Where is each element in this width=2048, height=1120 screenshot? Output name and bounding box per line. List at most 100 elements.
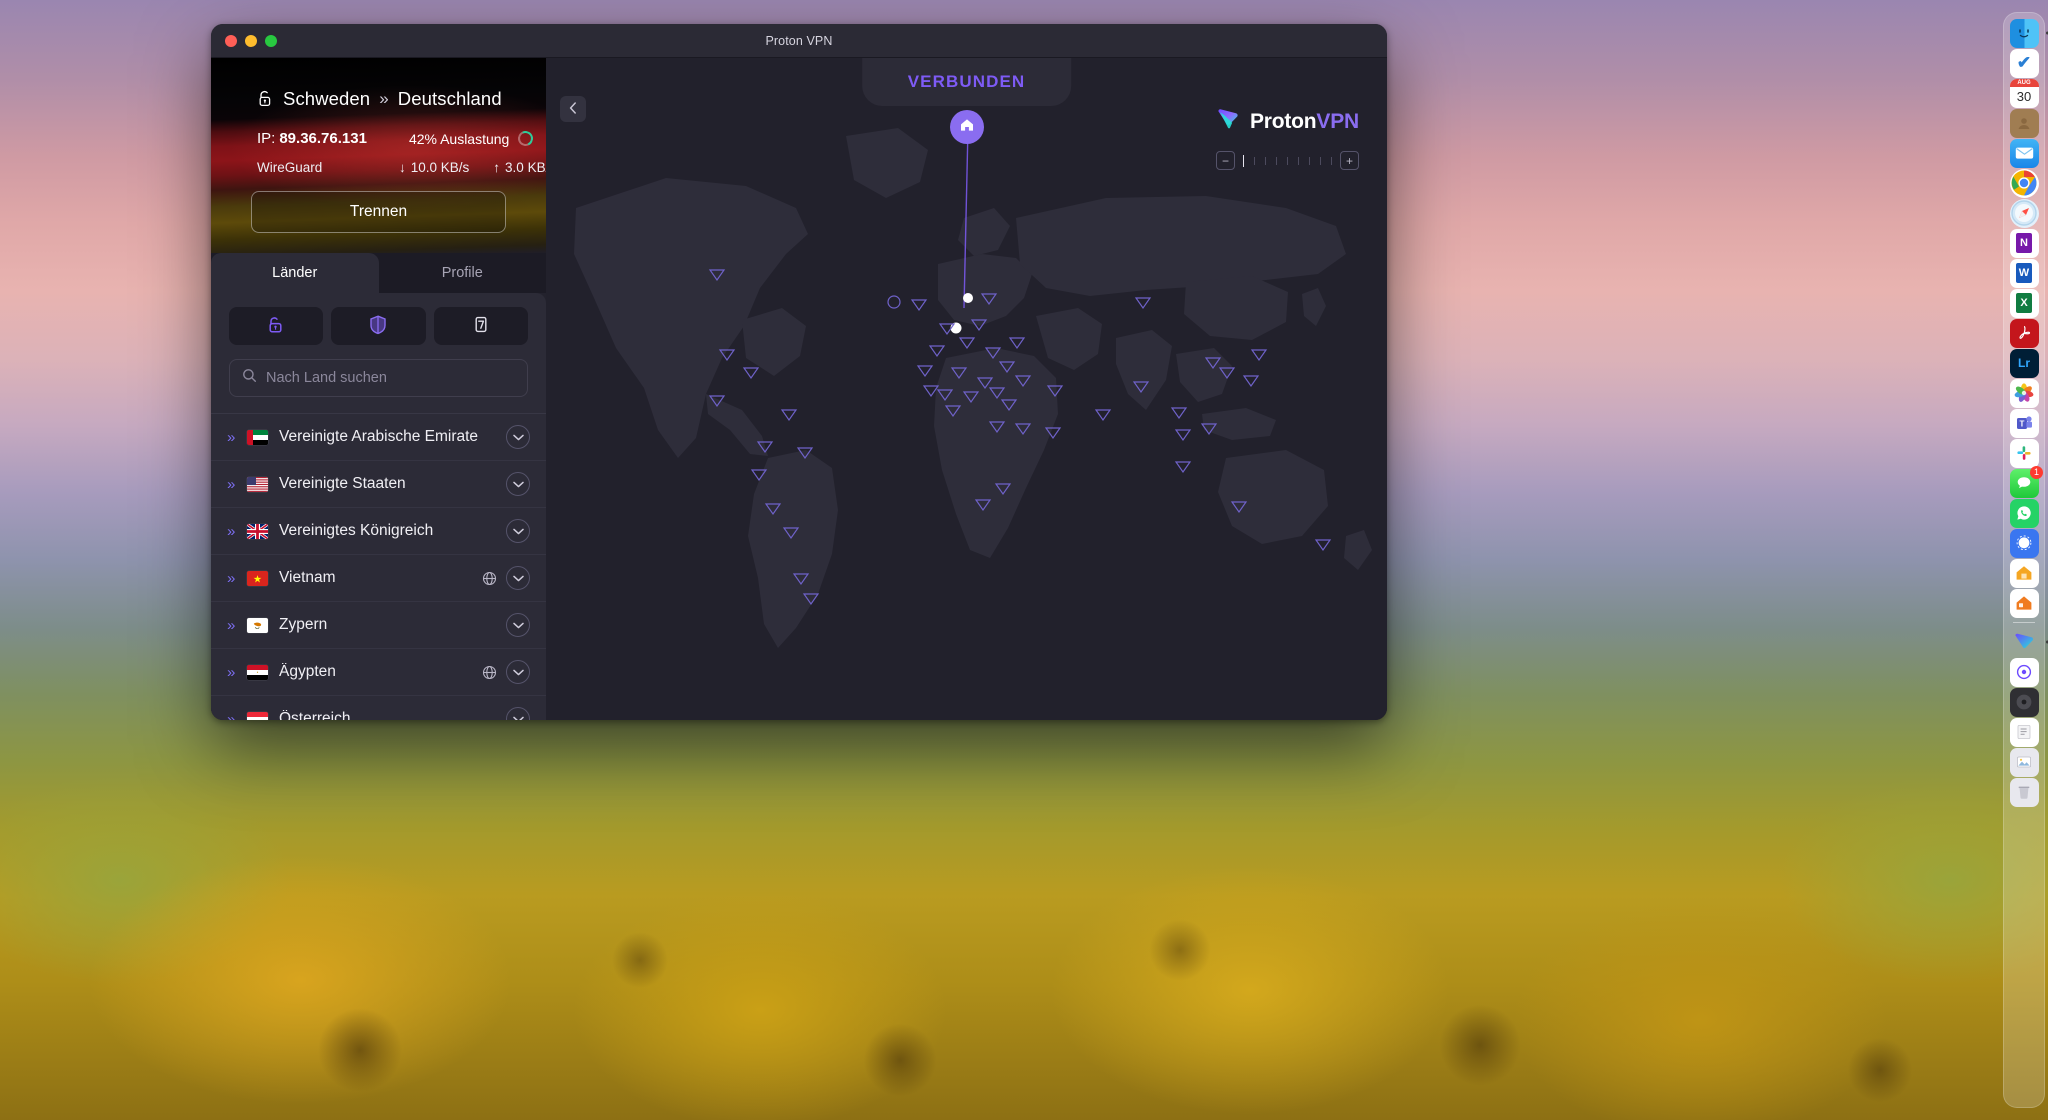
dock-item-calendar[interactable]: AUG 30 <box>2007 78 2041 108</box>
country-row-ae[interactable]: » Vereinigte Arabische Emirate <box>211 414 546 461</box>
map-back-button[interactable] <box>560 96 586 122</box>
zoom-tick[interactable] <box>1287 156 1288 165</box>
country-row-gb[interactable]: » Vereinigtes Königreich <box>211 508 546 555</box>
dock-item-photos-alt[interactable] <box>2007 747 2041 777</box>
svg-text:T: T <box>2020 419 2025 428</box>
download-speed: ↓ 10.0 KB/s <box>399 160 469 175</box>
dock-item-homekit-secondary[interactable] <box>2007 588 2041 618</box>
home-secondary-icon <box>2009 588 2039 618</box>
connection-info-primary: IP: 89.36.76.131 42% Auslastung <box>233 128 536 149</box>
zoom-slider-ticks[interactable] <box>1243 154 1332 168</box>
dock-item-textedit[interactable] <box>2007 717 2041 747</box>
word-icon: W <box>2009 258 2039 288</box>
globe-icon <box>480 571 498 586</box>
secure-core-arrow-icon: » <box>227 522 236 540</box>
zoom-out-button[interactable]: − <box>1216 151 1235 170</box>
dock-item-protonvpn[interactable] <box>2007 628 2048 656</box>
brand-name: ProtonVPN <box>1250 110 1359 134</box>
photos-icon <box>2009 378 2039 408</box>
dock-item-things[interactable]: ✔ <box>2007 48 2041 78</box>
zoom-tick[interactable] <box>1254 156 1255 165</box>
dock-separator <box>2013 622 2035 623</box>
dock-item-word[interactable]: W <box>2007 258 2041 288</box>
home-node-marker[interactable] <box>949 110 984 144</box>
filter-and-search-block <box>211 293 546 413</box>
country-row-cy[interactable]: » Zypern <box>211 602 546 649</box>
expand-chevron-down-icon[interactable] <box>506 707 530 720</box>
expand-chevron-down-icon[interactable] <box>506 519 530 543</box>
zoom-tick-active[interactable] <box>1243 154 1244 167</box>
dock-item-contacts[interactable] <box>2007 108 2041 138</box>
sidebar-tabs: Länder Profile <box>211 253 546 293</box>
dock-item-trash[interactable] <box>2007 777 2041 807</box>
dock-item-slack[interactable] <box>2007 438 2041 468</box>
zoom-tick[interactable] <box>1320 156 1321 165</box>
upload-speed-value: 3.0 KB/s <box>505 160 546 175</box>
country-row-vn[interactable]: » Vietnam <box>211 555 546 602</box>
ip-value: 89.36.76.131 <box>279 130 367 147</box>
dock-item-onenote[interactable]: N <box>2007 228 2041 258</box>
search-box[interactable] <box>229 359 528 397</box>
dock-item-safari[interactable] <box>2007 198 2041 228</box>
zoom-tick[interactable] <box>1309 156 1310 165</box>
map-zoom-control[interactable]: − + <box>1215 151 1359 170</box>
country-row-us[interactable]: » Vereinigte Staaten <box>211 461 546 508</box>
server-load-ring-icon <box>516 128 536 149</box>
dock-item-chrome[interactable] <box>2007 168 2041 198</box>
dock-item-photos[interactable] <box>2007 378 2041 408</box>
secure-core-arrow-icon: » <box>227 569 236 587</box>
teams-icon: T <box>2009 408 2039 438</box>
expand-chevron-down-icon[interactable] <box>506 613 530 637</box>
secure-core-filter-button[interactable] <box>229 307 324 345</box>
whatsapp-icon <box>2009 498 2039 528</box>
tab-laender[interactable]: Länder <box>211 253 379 293</box>
secure-core-lock-icon <box>257 90 274 108</box>
dock-item-teams[interactable]: T <box>2007 408 2041 438</box>
sidebar: Schweden » Deutschland IP: 89.36.76.131 … <box>211 58 546 720</box>
search-input[interactable] <box>266 370 515 386</box>
secure-core-arrow-icon: » <box>227 428 236 446</box>
expand-chevron-down-icon[interactable] <box>506 425 530 449</box>
brand-name-proton: Proton <box>1249 109 1317 133</box>
zoom-in-button[interactable]: + <box>1340 151 1359 170</box>
dock-item-proton-drive[interactable] <box>2007 657 2041 687</box>
connection-card: Schweden » Deutschland IP: 89.36.76.131 … <box>211 58 546 253</box>
dock-item-excel[interactable]: X <box>2007 288 2041 318</box>
country-row-at[interactable]: » Österreich <box>211 696 546 720</box>
home-icon <box>959 117 975 138</box>
dock-item-finder[interactable] <box>2007 18 2048 48</box>
tab-profile[interactable]: Profile <box>378 253 546 293</box>
dock-item-signal[interactable] <box>2007 528 2041 558</box>
flag-at <box>247 711 268 720</box>
dock-item-messages[interactable]: 1 <box>2007 466 2043 498</box>
safari-icon <box>2009 198 2039 228</box>
dock-item-home[interactable] <box>2007 558 2041 588</box>
dock-item-discs[interactable] <box>2007 687 2041 717</box>
world-map[interactable]: VERBUNDEN ProtonVPN − + <box>546 58 1387 720</box>
dock-item-lightroom[interactable]: Lr <box>2007 348 2041 378</box>
expand-chevron-down-icon[interactable] <box>506 660 530 684</box>
expand-chevron-down-icon[interactable] <box>506 566 530 590</box>
dock-item-whatsapp[interactable] <box>2007 498 2041 528</box>
tor-filter-button[interactable] <box>433 307 528 345</box>
zoom-tick[interactable] <box>1265 156 1266 165</box>
route-arrow: » <box>379 89 389 108</box>
contacts-icon <box>2009 108 2039 138</box>
zoom-tick[interactable] <box>1276 156 1277 165</box>
p2p-filter-button[interactable] <box>331 307 426 345</box>
zoom-tick[interactable] <box>1298 156 1299 165</box>
connection-route: Schweden » Deutschland <box>233 58 524 110</box>
upload-arrow-icon: ↑ <box>493 160 501 175</box>
expand-chevron-down-icon[interactable] <box>506 472 530 496</box>
mail-icon <box>2009 138 2039 168</box>
dock-item-acrobat[interactable] <box>2007 318 2041 348</box>
globe-icon <box>480 665 498 680</box>
dock-item-mail[interactable] <box>2007 138 2041 168</box>
country-row-eg[interactable]: » Ägypten <box>211 649 546 696</box>
calendar-day: 30 <box>2016 89 2032 104</box>
zoom-tick[interactable] <box>1331 156 1332 165</box>
disconnect-button[interactable]: Trennen <box>251 191 506 233</box>
country-list[interactable]: » Vereinigte Arabische Emirate » Vereini… <box>211 413 546 720</box>
secure-core-arrow-icon: » <box>227 710 236 721</box>
macos-dock[interactable]: ✔ AUG 30 N W X Lr T 1 <box>2003 12 2048 1108</box>
